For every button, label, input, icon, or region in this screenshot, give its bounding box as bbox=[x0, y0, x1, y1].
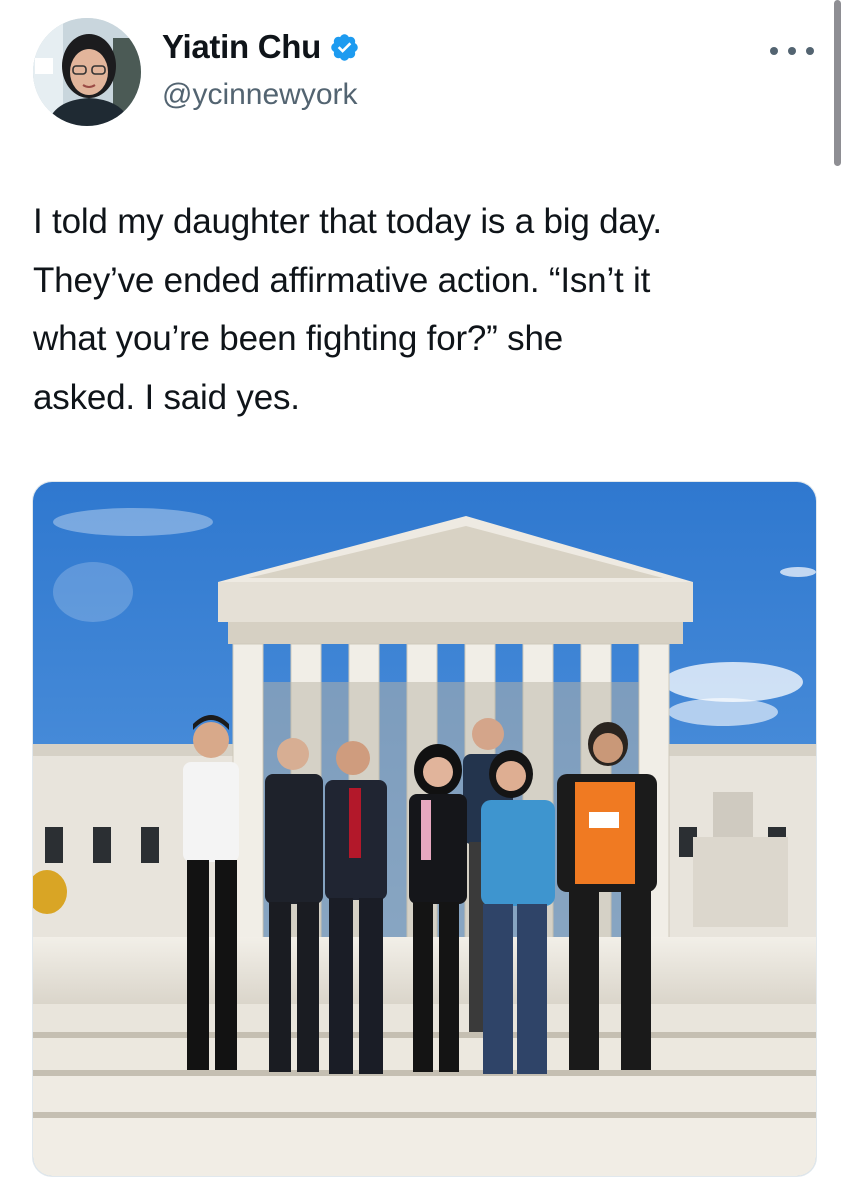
group-photo-image bbox=[33, 482, 816, 1176]
user-avatar[interactable] bbox=[33, 18, 141, 126]
user-name-row: Yiatin Chu bbox=[162, 28, 360, 66]
page-scrollbar[interactable] bbox=[834, 0, 841, 166]
tweet-text: I told my daughter that today is a big d… bbox=[33, 193, 823, 427]
tweet-text-line: asked. I said yes. bbox=[33, 377, 300, 417]
more-options-icon[interactable] bbox=[770, 36, 814, 66]
verified-badge-icon bbox=[331, 33, 358, 61]
user-display-name[interactable]: Yiatin Chu bbox=[162, 28, 321, 66]
tweet-text-line: what you’re been fighting for?” she bbox=[33, 319, 563, 358]
tweet-media-photo[interactable] bbox=[32, 481, 817, 1177]
tweet-text-line: I told my daughter that today is a big d… bbox=[33, 202, 662, 241]
avatar-photo bbox=[33, 18, 141, 126]
tweet-text-line: They’ve ended affirmative action. “Isn’t… bbox=[33, 260, 651, 300]
user-handle[interactable]: @ycinnewyork bbox=[162, 78, 358, 112]
